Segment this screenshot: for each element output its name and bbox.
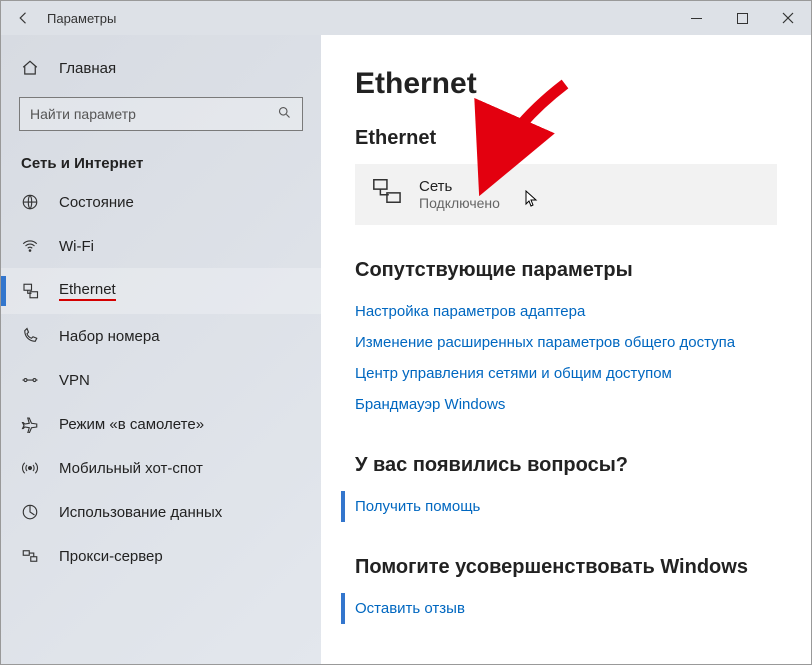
network-card[interactable]: Сеть Подключено [355, 164, 777, 225]
data-icon [21, 503, 41, 521]
nav-label: Использование данных [59, 504, 222, 521]
vpn-icon [21, 371, 41, 389]
sidebar-category: Сеть и Интернет [1, 141, 321, 180]
nav-status[interactable]: Состояние [1, 180, 321, 224]
link-firewall[interactable]: Брандмауэр Windows [355, 389, 777, 420]
link-get-help[interactable]: Получить помощь [355, 491, 777, 522]
minimize-button[interactable] [673, 1, 719, 35]
cursor-icon [525, 190, 541, 213]
nav-label: VPN [59, 372, 90, 389]
network-status: Подключено [419, 195, 500, 211]
status-icon [21, 193, 41, 211]
content-pane: Ethernet Ethernet Сеть Подключено Со [321, 35, 811, 664]
nav-home[interactable]: Главная [1, 49, 321, 87]
nav-ethernet[interactable]: Ethernet [1, 268, 321, 314]
back-button[interactable] [1, 1, 47, 35]
search-input[interactable] [30, 106, 277, 122]
nav-proxy[interactable]: Прокси-сервер [1, 534, 321, 578]
section-network-heading: Ethernet [355, 127, 777, 150]
nav-datausage[interactable]: Использование данных [1, 490, 321, 534]
wifi-icon [21, 237, 41, 255]
nav-label: Набор номера [59, 328, 160, 345]
nav-label: Режим «в самолете» [59, 416, 204, 433]
link-feedback[interactable]: Оставить отзыв [355, 593, 777, 624]
settings-window: Параметры Главная Сет [0, 0, 812, 665]
link-adapter-settings[interactable]: Настройка параметров адаптера [355, 296, 777, 327]
airplane-icon [21, 415, 41, 433]
help-heading: У вас появились вопросы? [355, 454, 777, 477]
page-title: Ethernet [355, 67, 777, 101]
related-heading: Сопутствующие параметры [355, 259, 777, 282]
ethernet-icon [21, 282, 41, 300]
nav-vpn[interactable]: VPN [1, 358, 321, 402]
hotspot-icon [21, 459, 41, 477]
link-network-center[interactable]: Центр управления сетями и общим доступом [355, 358, 777, 389]
link-advanced-sharing[interactable]: Изменение расширенных параметров общего … [355, 327, 777, 358]
network-name: Сеть [419, 178, 500, 195]
dialup-icon [21, 327, 41, 345]
search-box[interactable] [19, 97, 303, 131]
nav-label: Мобильный хот-спот [59, 460, 203, 477]
close-button[interactable] [765, 1, 811, 35]
nav-label: Ethernet [59, 281, 116, 301]
search-icon [277, 105, 292, 123]
nav-label: Состояние [59, 194, 134, 211]
sidebar-nav: Состояние Wi-Fi Ethernet Набор номера VP… [1, 180, 321, 578]
maximize-button[interactable] [719, 1, 765, 35]
titlebar: Параметры [1, 1, 811, 35]
nav-dialup[interactable]: Набор номера [1, 314, 321, 358]
proxy-icon [21, 547, 41, 565]
nav-airplane[interactable]: Режим «в самолете» [1, 402, 321, 446]
home-icon [21, 59, 41, 77]
window-title: Параметры [47, 11, 116, 26]
nav-label: Прокси-сервер [59, 548, 163, 565]
network-icon [371, 176, 401, 213]
nav-hotspot[interactable]: Мобильный хот-спот [1, 446, 321, 490]
sidebar: Главная Сеть и Интернет Состояние Wi-Fi [1, 35, 321, 664]
feedback-heading: Помогите усовершенствовать Windows [355, 556, 777, 579]
nav-home-label: Главная [59, 60, 116, 77]
network-text: Сеть Подключено [419, 178, 500, 211]
nav-wifi[interactable]: Wi-Fi [1, 224, 321, 268]
nav-label: Wi-Fi [59, 238, 94, 255]
